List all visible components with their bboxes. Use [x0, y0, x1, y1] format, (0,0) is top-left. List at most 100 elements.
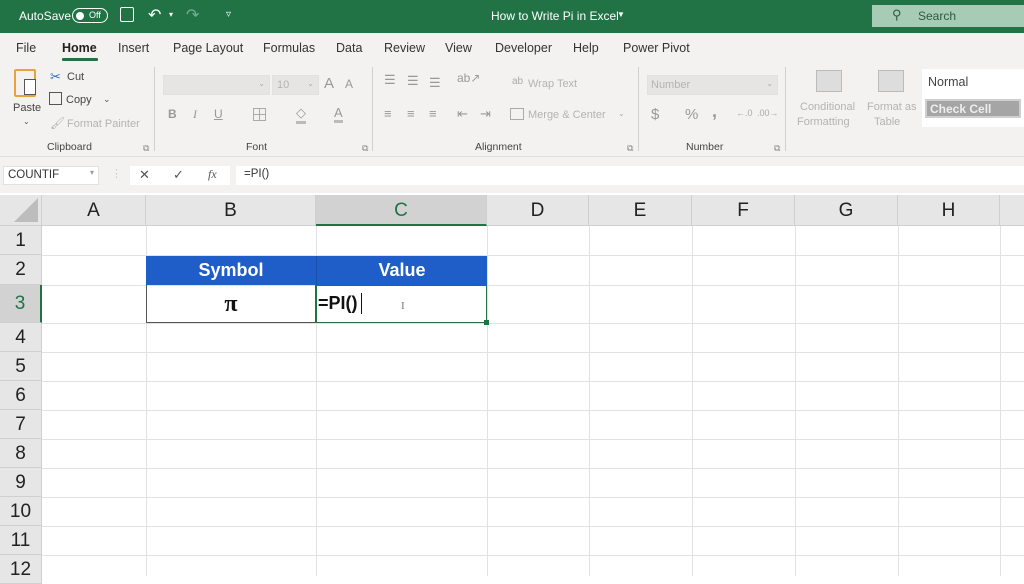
increase-indent-icon[interactable]: ⇥ [480, 106, 491, 122]
format-as-table-button[interactable]: Format as [867, 101, 917, 113]
autosave-state: Off [89, 10, 101, 20]
row-header-9[interactable]: 9 [0, 468, 42, 497]
font-color-icon[interactable]: A [334, 105, 343, 123]
search-placeholder: Search [918, 9, 957, 23]
decrease-font-icon[interactable]: A [345, 77, 353, 91]
clipboard-launcher-icon[interactable]: ⧉ [143, 143, 149, 154]
wrap-text-button[interactable]: Wrap Text [528, 78, 577, 90]
row-header-8[interactable]: 8 [0, 439, 42, 468]
customize-qat-icon[interactable]: ▿ [226, 9, 231, 20]
tab-view[interactable]: View [445, 41, 472, 55]
tab-review[interactable]: Review [384, 41, 425, 55]
row-header-7[interactable]: 7 [0, 410, 42, 439]
font-name-combo[interactable]: ⌄ [163, 75, 270, 95]
column-header-h[interactable]: H [898, 195, 1000, 226]
font-launcher-icon[interactable]: ⧉ [362, 143, 368, 154]
tab-insert[interactable]: Insert [118, 41, 149, 55]
save-icon[interactable] [120, 7, 134, 22]
row-header-5[interactable]: 5 [0, 352, 42, 381]
alignment-launcher-icon[interactable]: ⧉ [627, 143, 633, 154]
merge-center-button[interactable]: Merge & Center [528, 109, 606, 121]
column-header-a[interactable]: A [42, 195, 146, 226]
column-header-e[interactable]: E [589, 195, 692, 226]
number-launcher-icon[interactable]: ⧉ [774, 143, 780, 154]
row-header-12[interactable]: 12 [0, 555, 42, 584]
tab-help[interactable]: Help [573, 41, 599, 55]
cell-c3-active[interactable]: =PI() I [316, 285, 489, 325]
copy-dropdown-icon[interactable]: ⌄ [103, 94, 111, 105]
document-title[interactable]: How to Write Pi in Excel [491, 9, 619, 23]
format-as-table-icon [878, 70, 904, 92]
row-header-1[interactable]: 1 [0, 226, 42, 255]
autosave-toggle[interactable]: Off [72, 8, 108, 23]
row-header-6[interactable]: 6 [0, 381, 42, 410]
tab-data[interactable]: Data [336, 41, 362, 55]
tab-developer[interactable]: Developer [495, 41, 552, 55]
style-normal[interactable]: Normal [928, 75, 968, 89]
paste-button[interactable]: Paste [13, 102, 41, 114]
undo-icon[interactable]: ↶ [148, 5, 161, 25]
paste-icon[interactable] [14, 69, 36, 97]
top-align-icon[interactable]: ☰ [384, 72, 396, 88]
formula-input[interactable]: =PI() [236, 166, 1024, 185]
cut-button[interactable]: Cut [67, 71, 84, 83]
name-box-dropdown-icon[interactable]: ▾ [90, 168, 94, 177]
merge-dropdown-icon[interactable]: ⌄ [618, 109, 625, 118]
column-header-d[interactable]: D [487, 195, 589, 226]
format-painter-button[interactable]: Format Painter [67, 118, 140, 130]
number-format-combo[interactable]: Number ⌄ [647, 75, 778, 95]
bottom-align-icon[interactable]: ☰ [429, 75, 441, 91]
enter-button[interactable]: ✓ [173, 167, 184, 183]
cell-c2[interactable]: Value [316, 256, 487, 285]
increase-decimal-icon[interactable]: ←.0 [736, 108, 753, 118]
decrease-indent-icon[interactable]: ⇤ [457, 106, 468, 122]
middle-align-icon[interactable]: ☰ [407, 73, 419, 89]
search-box[interactable]: ⚲ Search [872, 5, 1024, 27]
copy-button[interactable]: Copy [66, 94, 92, 106]
increase-font-icon[interactable]: A [324, 75, 334, 92]
align-left-icon[interactable]: ≡ [384, 106, 392, 121]
column-header-c[interactable]: C [316, 195, 487, 226]
cancel-button[interactable]: ✕ [139, 167, 150, 183]
row-header-2[interactable]: 2 [0, 255, 42, 285]
fill-handle[interactable] [484, 320, 489, 325]
italic-button[interactable]: I [193, 107, 197, 122]
row-header-10[interactable]: 10 [0, 497, 42, 526]
conditional-formatting-button[interactable]: Conditional [800, 101, 855, 113]
redo-icon[interactable]: ↷ [186, 5, 199, 25]
row-header-11[interactable]: 11 [0, 526, 42, 555]
cell-b3[interactable]: π [146, 285, 316, 323]
style-check-cell[interactable]: Check Cell [925, 99, 1021, 118]
orientation-icon[interactable]: ab↗ [457, 71, 480, 85]
percent-button[interactable]: % [685, 106, 698, 123]
tab-power-pivot[interactable]: Power Pivot [623, 41, 690, 55]
comma-button[interactable]: , [712, 101, 717, 122]
borders-icon[interactable] [253, 108, 266, 121]
tab-page-layout[interactable]: Page Layout [173, 41, 243, 55]
column-header-i[interactable] [1000, 195, 1024, 226]
bold-button[interactable]: B [168, 107, 177, 121]
splitter-handle[interactable]: ⋮ [111, 167, 122, 180]
name-box[interactable]: COUNTIF ▾ [3, 166, 99, 185]
title-dropdown-icon[interactable]: ▼ [617, 10, 625, 19]
font-size-combo[interactable]: 10 ⌄ [272, 75, 319, 95]
align-center-icon[interactable]: ≡ [407, 106, 415, 121]
select-all-button[interactable] [0, 195, 42, 226]
column-header-b[interactable]: B [146, 195, 316, 226]
column-header-f[interactable]: F [692, 195, 795, 226]
fill-color-icon[interactable]: ◇ [296, 105, 306, 124]
column-header-g[interactable]: G [795, 195, 898, 226]
cell-b2[interactable]: Symbol [146, 256, 316, 285]
undo-dropdown-icon[interactable]: ▾ [169, 10, 173, 19]
currency-button[interactable]: $ [651, 106, 659, 123]
paste-dropdown-icon[interactable]: ⌄ [23, 117, 30, 126]
decrease-decimal-icon[interactable]: .00→ [757, 108, 779, 118]
row-header-4[interactable]: 4 [0, 323, 42, 352]
tab-home[interactable]: Home [62, 41, 97, 55]
row-header-3[interactable]: 3 [0, 285, 42, 323]
insert-function-button[interactable]: fx [208, 167, 217, 182]
tab-file[interactable]: File [16, 41, 36, 55]
align-right-icon[interactable]: ≡ [429, 106, 437, 121]
tab-formulas[interactable]: Formulas [263, 41, 315, 55]
underline-button[interactable]: U [214, 107, 223, 121]
